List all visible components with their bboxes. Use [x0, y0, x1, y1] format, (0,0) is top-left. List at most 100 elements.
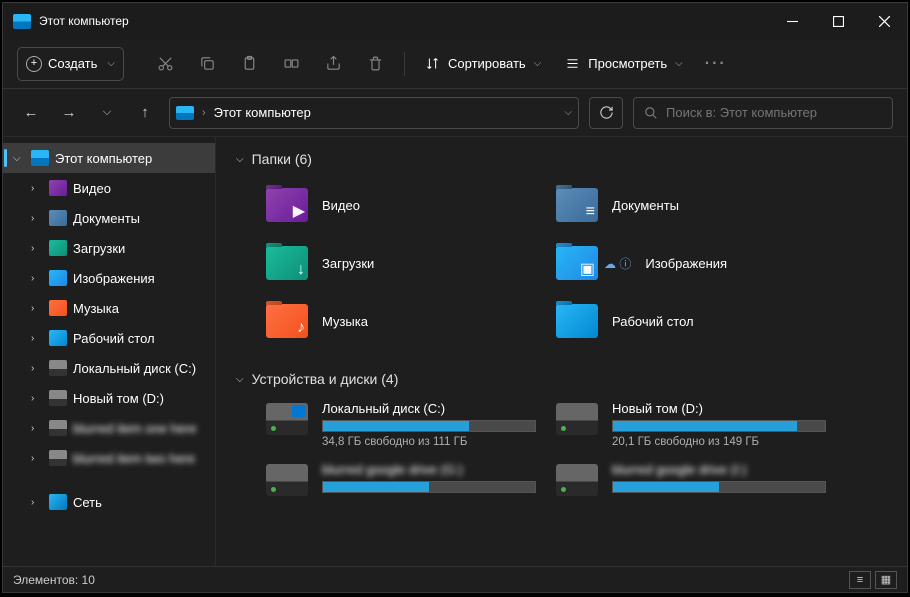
- sidebar-item[interactable]: ›Новый том (D:): [3, 383, 215, 413]
- folder-icon: [49, 390, 67, 406]
- view-button[interactable]: Просмотреть ⌵: [555, 47, 693, 81]
- chevron-right-icon: ›: [31, 213, 43, 224]
- folder-item[interactable]: ≡Документы: [556, 181, 826, 229]
- share-button[interactable]: [314, 47, 352, 81]
- status-bar: Элементов: 10 ≡ ▦: [3, 566, 907, 592]
- this-pc-icon: [176, 106, 194, 120]
- sidebar-item-network[interactable]: ›Сеть: [3, 487, 215, 517]
- chevron-right-icon: ›: [31, 333, 43, 344]
- sync-badge: ☁ ⓘ: [604, 255, 631, 272]
- folder-icon: [49, 330, 67, 346]
- titlebar[interactable]: Этот компьютер: [3, 3, 907, 39]
- chevron-down-icon[interactable]: ⌵: [564, 107, 572, 118]
- capacity-bar: [612, 420, 826, 432]
- sidebar-item[interactable]: ›Музыка: [3, 293, 215, 323]
- chevron-down-icon: ⌵: [675, 58, 683, 69]
- chevron-right-icon: ›: [31, 497, 43, 508]
- sidebar-item[interactable]: ›Рабочий стол: [3, 323, 215, 353]
- close-button[interactable]: [861, 3, 907, 39]
- minimize-button[interactable]: [769, 3, 815, 39]
- sidebar-item-this-pc[interactable]: ⌵Этот компьютер: [3, 143, 215, 173]
- view-icon: [565, 56, 580, 71]
- explorer-window: Этот компьютер + Создать ⌵ Сортировать ⌵…: [2, 2, 908, 593]
- drive-stat: 20,1 ГБ свободно из 149 ГБ: [612, 436, 826, 448]
- search-icon: [644, 106, 658, 120]
- maximize-button[interactable]: [815, 3, 861, 39]
- folder-label: Видео: [322, 198, 360, 213]
- chevron-right-icon: ›: [31, 453, 43, 464]
- folder-icon: ↓: [266, 246, 308, 280]
- drive-icon: [266, 464, 308, 496]
- folder-icon: ▶: [266, 188, 308, 222]
- more-button[interactable]: ···: [697, 47, 735, 81]
- folder-item[interactable]: ▣ ☁ ⓘ Изображения: [556, 239, 826, 287]
- address-bar[interactable]: › Этот компьютер ⌵: [169, 97, 579, 129]
- drive-item[interactable]: Новый том (D:)20,1 ГБ свободно из 149 ГБ: [556, 401, 826, 448]
- chevron-right-icon: ›: [31, 303, 43, 314]
- tiles-view-button[interactable]: ▦: [875, 571, 897, 589]
- folder-item[interactable]: ↓ Загрузки: [266, 239, 536, 287]
- folder-label: Рабочий стол: [612, 314, 694, 329]
- folder-label: Изображения: [645, 256, 727, 271]
- refresh-button[interactable]: [589, 97, 623, 129]
- folder-item[interactable]: ▶ Видео: [266, 181, 536, 229]
- folder-icon: ▣: [556, 246, 598, 280]
- folder-icon: [49, 360, 67, 376]
- sort-button[interactable]: Сортировать ⌵: [415, 47, 551, 81]
- folder-icon: [49, 300, 67, 316]
- this-pc-icon: [31, 150, 49, 166]
- sidebar-item[interactable]: ›blurred item two here: [3, 443, 215, 473]
- folders-group-header[interactable]: ⌵Папки (6): [236, 151, 887, 167]
- folder-label: Документы: [612, 198, 679, 213]
- recent-button[interactable]: ⌵: [93, 99, 121, 127]
- details-view-button[interactable]: ≡: [849, 571, 871, 589]
- chevron-down-icon: ⌵: [107, 58, 115, 69]
- drive-stat: 34,8 ГБ свободно из 111 ГБ: [322, 436, 536, 448]
- back-button[interactable]: ←: [17, 99, 45, 127]
- sidebar-item[interactable]: ›Документы: [3, 203, 215, 233]
- folder-item[interactable]: Рабочий стол: [556, 297, 826, 345]
- breadcrumb-location[interactable]: Этот компьютер: [214, 105, 311, 120]
- drive-item[interactable]: blurred google drive (G:): [266, 462, 536, 497]
- folder-icon: [49, 180, 67, 196]
- drive-icon: [266, 403, 308, 435]
- breadcrumb-separator: ›: [202, 107, 206, 119]
- chevron-right-icon: ›: [31, 183, 43, 194]
- folder-icon: [49, 450, 67, 466]
- sidebar-item[interactable]: ›Изображения: [3, 263, 215, 293]
- drive-icon: [556, 403, 598, 435]
- folder-label: Загрузки: [322, 256, 374, 271]
- rename-button[interactable]: [272, 47, 310, 81]
- chevron-right-icon: ›: [31, 393, 43, 404]
- drive-item[interactable]: blurred google drive (I:): [556, 462, 826, 497]
- cut-button[interactable]: [146, 47, 184, 81]
- navigation-row: ← → ⌵ ↑ › Этот компьютер ⌵: [3, 89, 907, 137]
- chevron-right-icon: ›: [31, 363, 43, 374]
- drive-name: blurred google drive (G:): [322, 462, 536, 477]
- capacity-bar: [612, 481, 826, 493]
- folder-icon: [49, 420, 67, 436]
- paste-button[interactable]: [230, 47, 268, 81]
- drives-group-header[interactable]: ⌵Устройства и диски (4): [236, 371, 887, 387]
- search-box[interactable]: [633, 97, 893, 129]
- new-button[interactable]: + Создать ⌵: [17, 47, 124, 81]
- folder-item[interactable]: ♪Музыка: [266, 297, 536, 345]
- drive-item[interactable]: Локальный диск (C:)34,8 ГБ свободно из 1…: [266, 401, 536, 448]
- up-button[interactable]: ↑: [131, 99, 159, 127]
- sidebar-item[interactable]: ›Видео: [3, 173, 215, 203]
- folder-label: Музыка: [322, 314, 368, 329]
- sidebar: ⌵Этот компьютер›Видео›Документы›Загрузки…: [3, 137, 216, 566]
- sidebar-item[interactable]: ›blurred item one here: [3, 413, 215, 443]
- folder-icon: [49, 270, 67, 286]
- chevron-down-icon: ⌵: [534, 58, 542, 69]
- search-input[interactable]: [666, 105, 882, 120]
- copy-button[interactable]: [188, 47, 226, 81]
- sidebar-item[interactable]: ›Локальный диск (C:): [3, 353, 215, 383]
- delete-button[interactable]: [356, 47, 394, 81]
- chevron-down-icon: ⌵: [236, 374, 244, 385]
- forward-button[interactable]: →: [55, 99, 83, 127]
- sort-icon: [425, 56, 440, 71]
- plus-icon: +: [26, 56, 42, 72]
- chevron-down-icon: ⌵: [13, 153, 25, 164]
- sidebar-item[interactable]: ›Загрузки: [3, 233, 215, 263]
